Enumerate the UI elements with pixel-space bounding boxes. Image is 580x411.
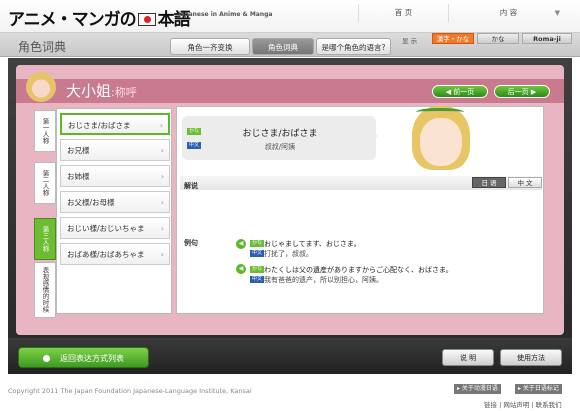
bubble-translation: 叔叔/阿姨 <box>264 143 296 151</box>
display-romaji-button[interactable]: Roma-ji <box>522 33 572 44</box>
expression-list: おじさま/おばさま › お兄様 › お姉様 › お父様/お母様 › おじい様/おじいちゃ… <box>56 108 172 314</box>
example-label: 例句 <box>184 239 198 247</box>
chevron-right-icon: › <box>159 121 163 130</box>
back-to-list-button[interactable]: 返回表达方式列表 <box>18 347 149 368</box>
chevron-right-icon: › <box>160 172 164 181</box>
list-item-label: お兄様 <box>67 146 90 155</box>
footer-links[interactable]: 链接 | 网站声明 | 联系我们 <box>484 399 562 409</box>
lang-japanese-button[interactable]: 日 语 <box>472 177 506 188</box>
nav-contents[interactable]: 内 容 ▼ <box>448 4 568 22</box>
example-chinese: 打扰了，叔叔。 <box>264 250 313 258</box>
copyright: Copyright 2011 The Japan Foundation Japa… <box>8 387 252 395</box>
about-anime-japanese-label: 关于动漫日语 <box>461 385 498 392</box>
list-item[interactable]: お姉様 › <box>60 165 170 187</box>
tab-character-dictionary[interactable]: 角色词典 <box>252 38 314 55</box>
speaker-icon[interactable]: ◀ <box>236 239 246 249</box>
lang-chinese-button[interactable]: 中 文 <box>508 177 542 188</box>
character-name-sub: :称呼 <box>111 86 137 99</box>
about-notation-label: 关于日语标记 <box>522 385 559 392</box>
vtab-second-person[interactable]: 第二人称 <box>34 162 56 204</box>
about-anime-japanese-link[interactable]: ▸ 关于动漫日语 <box>454 384 501 394</box>
speaker-icon[interactable]: ◀ <box>236 264 246 274</box>
vtab-first-person[interactable]: 第一人称 <box>34 110 56 152</box>
chevron-right-icon: › <box>160 198 164 207</box>
bubble-expression: おじさま/おばさま <box>242 129 318 139</box>
next-page-label: 后一页 <box>507 88 529 96</box>
tab-whose-language[interactable]: 是哪个角色的语言? <box>316 38 391 55</box>
chinese-tag: 中文 <box>250 276 265 283</box>
flag-icon <box>137 13 156 26</box>
chevron-right-icon: › <box>160 224 164 233</box>
tagline: Japanese in Anime & Manga <box>178 11 273 18</box>
tab-character-switch[interactable]: 角色一齐变换 <box>170 38 250 55</box>
vertical-tabs: 第一人称 第二人称 第三人称 表现感情的时候 <box>34 110 56 320</box>
list-item[interactable]: おじい様/おじいちゃま › <box>60 217 170 239</box>
nav-home[interactable]: 首 页 <box>358 4 448 22</box>
vtab-emotion[interactable]: 表现感情的时候 <box>34 262 56 318</box>
example-chinese: 我有爸爸的遗产，所以别担心，阿姨。 <box>264 276 383 284</box>
list-item-label: おじさま/おばさま <box>68 121 131 130</box>
list-item[interactable]: おじさま/おばさま › <box>60 113 170 135</box>
site-logo[interactable]: アニメ・マンガの 本語 <box>8 5 191 30</box>
back-to-list-label: 返回表达方式列表 <box>60 354 124 363</box>
next-page-button[interactable]: 后一页 ▶ <box>494 85 550 98</box>
list-item-label: おじい様/おじいちゃま <box>67 224 145 233</box>
character-name-text: 大小姐 <box>66 82 112 100</box>
display-kana-button[interactable]: かな <box>477 33 519 44</box>
list-item-label: おばあ様/おばあちゃま <box>67 250 145 259</box>
nav-contents-label: 内 容 <box>499 8 518 17</box>
display-label: 显 示 <box>402 37 418 45</box>
character-avatar <box>26 72 56 102</box>
vtab-third-person[interactable]: 第三人称 <box>34 218 56 260</box>
usage-button[interactable]: 使用方法 <box>500 349 562 366</box>
display-kanji-kana-button[interactable]: 漢字・かな <box>432 33 474 44</box>
example-japanese: わたくしは父の遺産がありますからご心配なく、おばさま。 <box>264 266 453 274</box>
explanation-label: 解说 <box>184 182 198 190</box>
page-title: 角色词典 <box>18 40 67 54</box>
prev-page-label: 前一页 <box>453 88 475 96</box>
logo-text-1: アニメ・マンガの <box>8 10 137 30</box>
list-item[interactable]: おばあ様/おばあちゃま › <box>60 243 170 265</box>
explain-button[interactable]: 说 明 <box>442 349 494 366</box>
example-japanese: おじゃましてます、おじさま。 <box>264 240 361 248</box>
list-item-label: お姉様 <box>67 172 90 181</box>
chevron-down-icon: ▼ <box>554 9 560 17</box>
character-illustration <box>398 104 484 172</box>
chinese-tag: 中文 <box>250 250 265 257</box>
kana-tag: かな <box>250 240 265 247</box>
circle-icon <box>43 355 50 362</box>
chevron-right-icon: › <box>160 250 164 259</box>
prev-page-button[interactable]: ◀ 前一页 <box>432 85 488 98</box>
about-notation-link[interactable]: ▸ 关于日语标记 <box>515 384 562 394</box>
list-item[interactable]: お父様/お母様 › <box>60 191 170 213</box>
list-item-label: お父様/お母様 <box>67 198 115 207</box>
kana-tag: かな <box>250 266 265 273</box>
chevron-right-icon: › <box>160 146 164 155</box>
character-name: 大小姐:称呼 <box>66 80 137 101</box>
list-item[interactable]: お兄様 › <box>60 139 170 161</box>
